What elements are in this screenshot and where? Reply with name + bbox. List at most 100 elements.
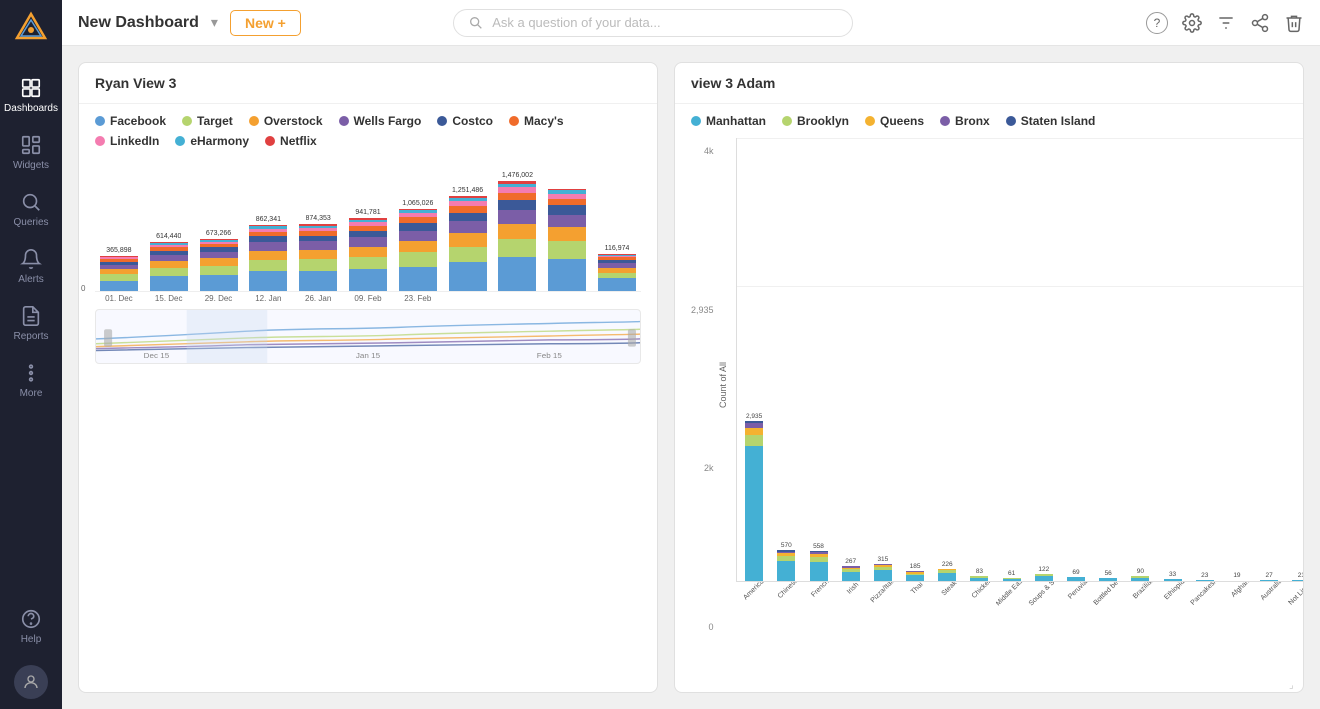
sidebar-item-queries[interactable]: Queries	[0, 181, 62, 238]
y-tick-4k: 4k	[704, 146, 714, 156]
delete-icon[interactable]	[1284, 13, 1304, 33]
sidebar-item-more[interactable]: More	[0, 352, 62, 409]
bar-top-label-8: 1,476,002	[502, 172, 533, 179]
legend-dot-costco	[437, 116, 447, 126]
right-x-label-4: Pizza/Italian	[867, 582, 898, 632]
right-bar-val-4: 315	[877, 556, 888, 563]
right-bar-col-15[interactable]: 19	[1221, 572, 1252, 581]
legend-costco: Costco	[437, 114, 493, 128]
right-seg-3-0	[842, 572, 860, 581]
bar-segment-4-2	[299, 250, 337, 259]
help-button[interactable]: Help	[14, 598, 48, 655]
legend-brooklyn: Brooklyn	[782, 114, 849, 128]
bar-segment-1-0	[150, 276, 188, 291]
right-bar-val-17: 21	[1298, 572, 1303, 579]
right-x-label-11: Bottled beve...	[1093, 582, 1124, 632]
title-chevron[interactable]: ▾	[211, 14, 218, 31]
user-avatar[interactable]	[14, 665, 48, 699]
legend-dot-bronx	[940, 116, 950, 126]
x-label-7	[444, 294, 492, 303]
filter-icon[interactable]	[1216, 13, 1236, 33]
right-bar-col-14[interactable]: 23	[1189, 572, 1220, 581]
bar-top-label-1: 614,440	[156, 233, 181, 240]
share-icon[interactable]	[1250, 13, 1270, 33]
bar-segment-3-3	[249, 242, 287, 250]
right-bar-col-4[interactable]: 315	[867, 556, 898, 581]
legend-dot-manhattan	[691, 116, 701, 126]
bar-segment-7-1	[449, 247, 487, 263]
bar-segment-6-0	[399, 267, 437, 291]
right-bar-col-9[interactable]: 122	[1028, 566, 1059, 581]
bar-segment-8-0	[498, 257, 536, 291]
right-legend: Manhattan Brooklyn Queens Bronx	[691, 114, 1287, 128]
legend-dot-macys	[509, 116, 519, 126]
right-x-label-3: Irish	[835, 582, 866, 632]
bar-segment-5-3	[349, 237, 387, 246]
bar-group-7[interactable]: 1,251,486	[444, 187, 492, 291]
right-bar-col-3[interactable]: 267	[835, 558, 866, 581]
bar-group-0[interactable]: 365,898	[95, 247, 143, 291]
sidebar-item-alerts[interactable]: Alerts	[0, 238, 62, 295]
bar-group-1[interactable]: 614,440	[145, 233, 193, 291]
sidebar-item-dashboards[interactable]: Dashboards	[0, 67, 62, 124]
bar-group-4[interactable]: 874,353	[294, 215, 342, 291]
header: New Dashboard ▾ New + Ask a question of …	[62, 0, 1320, 46]
bar-top-label-3: 862,341	[256, 216, 281, 223]
right-bar-col-1[interactable]: 570	[771, 542, 802, 581]
bar-segment-7-5	[449, 206, 487, 213]
right-seg-12-0	[1131, 578, 1149, 581]
bar-group-3[interactable]: 862,341	[244, 216, 292, 291]
right-x-label-13: Ethiopian	[1158, 582, 1189, 632]
right-panel-body: Manhattan Brooklyn Queens Bronx	[675, 104, 1303, 692]
bar-group-5[interactable]: 941,781	[344, 209, 392, 291]
right-bar-col-10[interactable]: 69	[1060, 569, 1091, 581]
right-seg-9-0	[1035, 576, 1053, 581]
right-bar-col-11[interactable]: 56	[1093, 570, 1124, 581]
sidebar-item-reports[interactable]: Reports	[0, 295, 62, 352]
right-seg-4-0	[874, 570, 892, 581]
right-bar-col-5[interactable]: 185	[899, 563, 930, 581]
bar-group-8[interactable]: 1,476,002	[494, 172, 542, 291]
right-bar-val-16: 27	[1266, 572, 1273, 579]
right-bar-col-16[interactable]: 27	[1254, 572, 1285, 581]
sparkline-svg: Dec 15 Jan 15 Feb 15	[96, 310, 640, 363]
bar-segment-4-0	[299, 271, 337, 291]
bar-top-label-7: 1,251,486	[452, 187, 483, 194]
help-icon[interactable]: ?	[1146, 12, 1168, 34]
right-bar-col-17[interactable]: 21	[1286, 572, 1303, 581]
legend-facebook: Facebook	[95, 114, 166, 128]
right-bar-col-6[interactable]: 226	[932, 561, 963, 581]
bar-group-9[interactable]	[543, 187, 591, 291]
right-bar-col-13[interactable]: 33	[1157, 571, 1188, 581]
bar-segment-3-2	[249, 251, 287, 260]
right-bar-col-2[interactable]: 558	[803, 543, 834, 581]
legend-dot-eharmony	[175, 136, 185, 146]
bar-group-10[interactable]: 116,974	[593, 245, 641, 291]
bar-segment-5-2	[349, 247, 387, 257]
right-x-label-1: Chinese	[770, 582, 801, 632]
svg-text:Jan 15: Jan 15	[356, 351, 381, 360]
sidebar: Dashboards Widgets Queries Alerts Report…	[0, 0, 62, 709]
bar-group-2[interactable]: 673,266	[195, 230, 243, 291]
right-bar-col-12[interactable]: 90	[1125, 568, 1156, 581]
y-tick-2k: 2k	[704, 463, 714, 473]
right-bar-val-15: 19	[1233, 572, 1240, 579]
bar-segment-9-0	[548, 259, 586, 291]
bar-group-6[interactable]: 1,065,026	[394, 200, 442, 291]
x-label-9	[543, 294, 591, 303]
right-bar-col-0[interactable]: 2,935	[739, 413, 770, 581]
legend-eharmony: eHarmony	[175, 134, 249, 148]
new-button[interactable]: New +	[230, 10, 301, 36]
bar-top-label-2: 673,266	[206, 230, 231, 237]
search-bar[interactable]: Ask a question of your data...	[453, 9, 853, 37]
bar-segment-3-1	[249, 260, 287, 271]
bar-segment-1-1	[150, 268, 188, 276]
right-bar-col-8[interactable]: 61	[996, 570, 1027, 581]
sidebar-item-widgets[interactable]: Widgets	[0, 124, 62, 181]
right-bar-col-7[interactable]: 83	[964, 568, 995, 581]
legend-label-brooklyn: Brooklyn	[797, 114, 849, 128]
settings-icon[interactable]	[1182, 13, 1202, 33]
resize-handle[interactable]: ⌟	[1289, 680, 1299, 690]
right-bar-val-1: 570	[781, 542, 792, 549]
right-seg-10-0	[1067, 577, 1085, 581]
